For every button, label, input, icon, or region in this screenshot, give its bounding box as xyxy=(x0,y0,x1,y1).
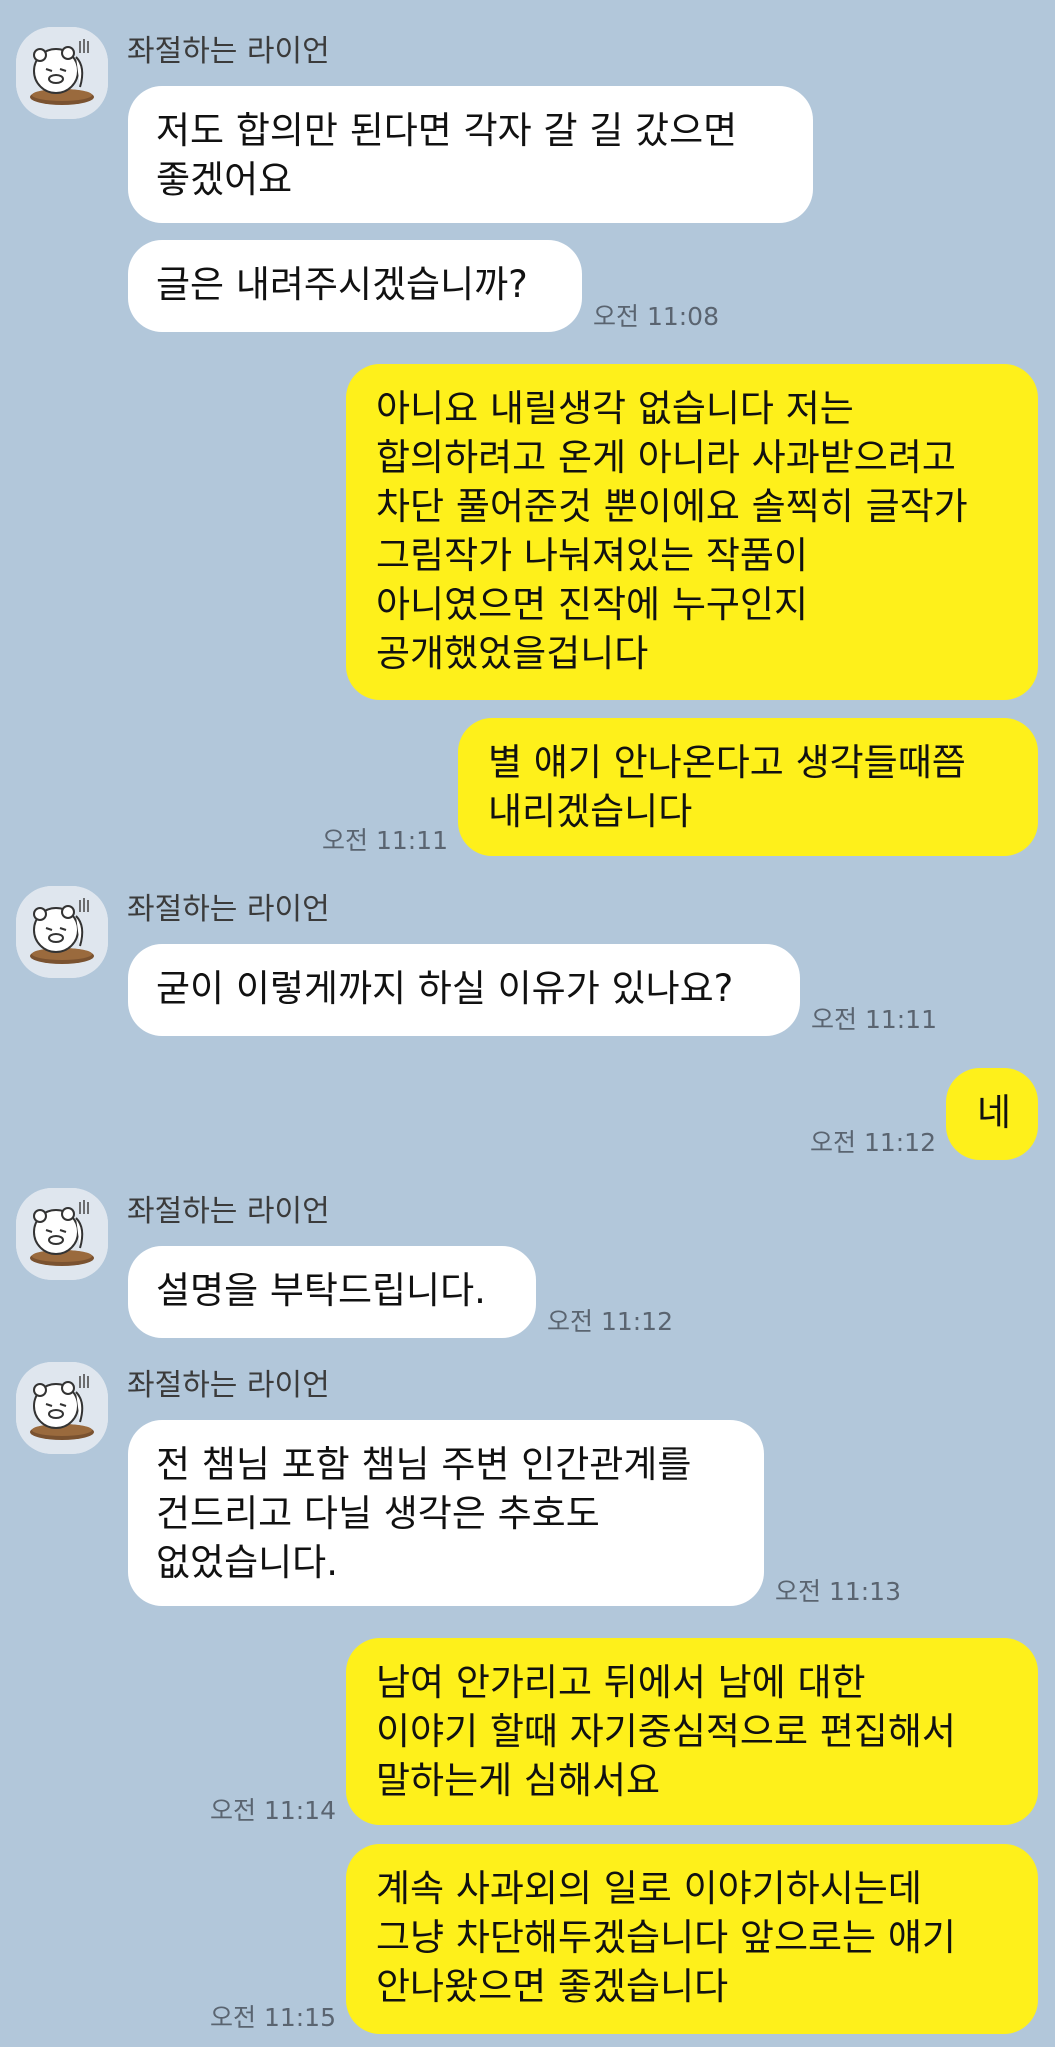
message-text: 설명을 부탁드립니다. xyxy=(156,1269,486,1312)
message-text: 합의하려고 온게 아니라 사과받으려고 xyxy=(376,436,956,479)
message-timestamp: 오전 11:12 xyxy=(547,1307,673,1336)
message-text: 공개했었을겁니다 xyxy=(376,632,649,675)
message-text: 남여 안가리고 뒤에서 남에 대한 xyxy=(376,1661,866,1704)
message-text: 전 챔님 포함 챔님 주변 인간관계를 xyxy=(156,1443,692,1486)
message-bubble-incoming[interactable]: 저도 합의만 된다면 각자 갈 길 갔으면 좋겠어요 xyxy=(128,86,813,223)
message-text: 건드리고 다닐 생각은 추호도 xyxy=(156,1492,600,1535)
sender-name: 좌절하는 라이언 xyxy=(127,1194,330,1229)
sender-avatar-icon[interactable] xyxy=(16,1362,108,1454)
message-text: 아니였으면 진작에 누구인지 xyxy=(376,583,809,626)
message-timestamp: 오전 11:08 xyxy=(593,302,719,331)
message-timestamp: 오전 11:12 xyxy=(810,1128,936,1157)
message-text: 그냥 차단해두겠습니다 앞으로는 얘기 xyxy=(376,1916,956,1959)
message-bubble-outgoing[interactable]: 아니요 내릴생각 없습니다 저는 합의하려고 온게 아니라 사과받으려고 차단 … xyxy=(346,364,1038,700)
message-timestamp: 오전 11:14 xyxy=(210,1796,336,1825)
message-bubble-incoming[interactable]: 설명을 부탁드립니다. xyxy=(128,1246,536,1338)
sender-avatar-icon[interactable] xyxy=(16,27,108,119)
message-bubble-outgoing[interactable]: 계속 사과외의 일로 이야기하시는데 그냥 차단해두겠습니다 앞으로는 얘기 안… xyxy=(346,1844,1038,2034)
message-text: 아니요 내릴생각 없습니다 저는 xyxy=(376,387,854,430)
message-text: 안나왔으면 좋겠습니다 xyxy=(376,1965,729,2008)
message-text: 네 xyxy=(977,1091,1012,1134)
message-bubble-outgoing[interactable]: 별 얘기 안나온다고 생각들때쯤 내리겠습니다 xyxy=(458,718,1038,856)
message-timestamp: 오전 11:11 xyxy=(322,826,448,855)
message-text: 계속 사과외의 일로 이야기하시는데 xyxy=(376,1867,922,1910)
message-bubble-incoming[interactable]: 글은 내려주시겠습니까? xyxy=(128,240,582,332)
message-text: 차단 풀어준것 뿐이에요 솔찍히 글작가 xyxy=(376,485,968,528)
message-bubble-incoming[interactable]: 전 챔님 포함 챔님 주변 인간관계를 건드리고 다닐 생각은 추호도 없었습니… xyxy=(128,1420,764,1606)
message-text: 굳이 이렇게까지 하실 이유가 있나요? xyxy=(156,967,734,1010)
sender-avatar-icon[interactable] xyxy=(16,1188,108,1280)
message-text: 저도 합의만 된다면 각자 갈 길 갔으면 xyxy=(156,109,738,152)
sender-name: 좌절하는 라이언 xyxy=(127,34,330,69)
message-timestamp: 오전 11:15 xyxy=(210,2003,336,2032)
message-text: 그림작가 나눠져있는 작품이 xyxy=(376,534,809,577)
sender-name: 좌절하는 라이언 xyxy=(127,892,330,927)
message-text: 말하는게 심해서요 xyxy=(376,1759,661,1802)
sender-name: 좌절하는 라이언 xyxy=(127,1368,330,1403)
message-text: 좋겠어요 xyxy=(156,158,293,201)
message-bubble-incoming[interactable]: 굳이 이렇게까지 하실 이유가 있나요? xyxy=(128,944,800,1036)
message-text: 이야기 할때 자기중심적으로 편집해서 xyxy=(376,1710,956,1753)
message-timestamp: 오전 11:13 xyxy=(775,1577,901,1606)
sender-avatar-icon[interactable] xyxy=(16,886,108,978)
message-text: 글은 내려주시겠습니까? xyxy=(156,263,528,306)
message-bubble-outgoing[interactable]: 네 xyxy=(946,1068,1038,1160)
message-bubble-outgoing[interactable]: 남여 안가리고 뒤에서 남에 대한 이야기 할때 자기중심적으로 편집해서 말하… xyxy=(346,1638,1038,1825)
message-text: 내리겠습니다 xyxy=(488,790,693,833)
message-timestamp: 오전 11:11 xyxy=(811,1005,937,1034)
message-text: 없었습니다. xyxy=(156,1541,338,1584)
message-text: 별 얘기 안나온다고 생각들때쯤 xyxy=(488,741,966,784)
